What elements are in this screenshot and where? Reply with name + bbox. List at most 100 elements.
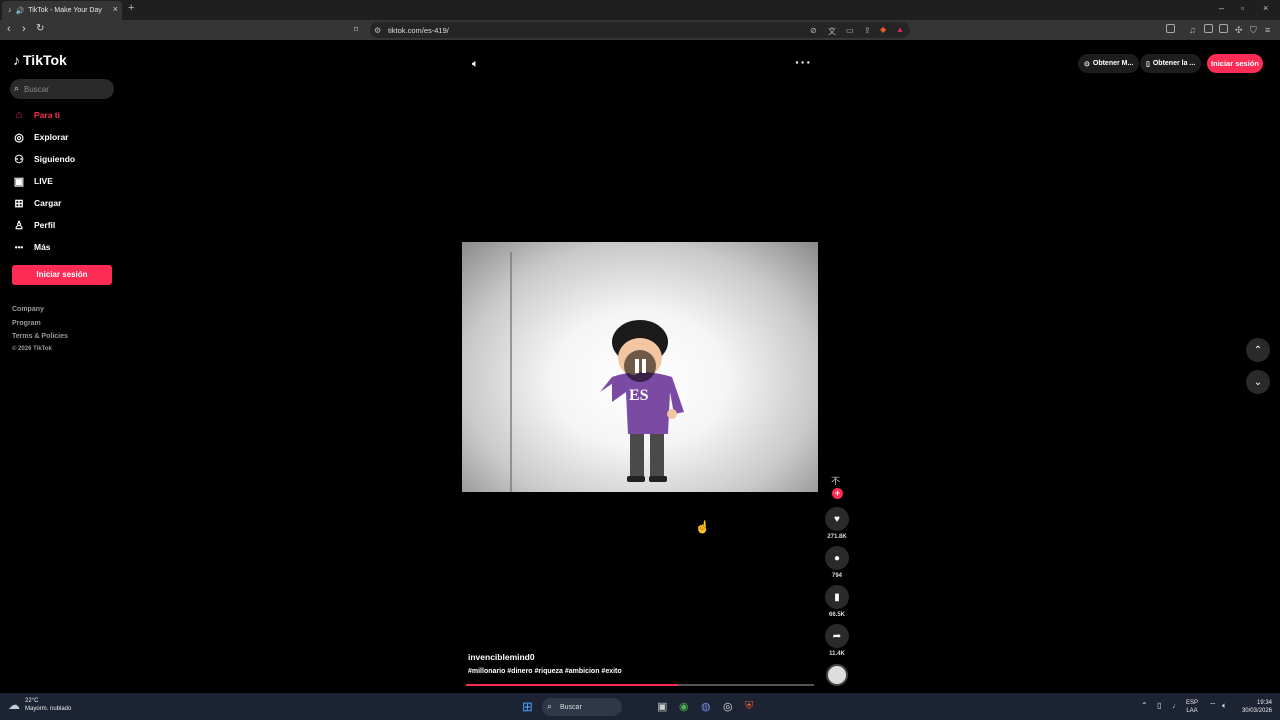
keyboard-layout: LAA	[1186, 708, 1198, 714]
tab-close-icon[interactable]: ×	[113, 4, 118, 14]
brave-shield-icon[interactable]: ◆	[880, 25, 886, 34]
bookmark-save-icon: ▮	[834, 591, 840, 603]
search-placeholder: Buscar	[24, 84, 49, 94]
sidebar-item-label: LIVE	[34, 176, 53, 186]
video-overlay-text: ES	[629, 387, 649, 404]
sidebar-item-label: Explorar	[34, 132, 69, 142]
sidebar-item-label: Siguiendo	[34, 154, 76, 164]
sidebar-toggle-icon[interactable]	[1166, 24, 1175, 33]
browser-toolbar: ‹ › ↻ ⌑ ⚙ tiktok.com/es-419/ ⊘ 文 ▭ ⇪ ◆ ▲…	[0, 20, 1280, 40]
video-hashtags[interactable]: #millonario #dinero #riqueza #ambicion #…	[468, 668, 622, 675]
minimize-icon[interactable]: –	[1219, 3, 1224, 13]
system-clock[interactable]: 19:34 30/03/2026	[1238, 699, 1272, 715]
compass-icon: ◎	[14, 131, 24, 144]
wifi-icon[interactable]: ⌔	[1209, 701, 1217, 711]
more-options-icon[interactable]: ···	[795, 54, 812, 70]
menu-icon[interactable]: ≡	[1265, 25, 1270, 35]
video-author[interactable]: invenciblemind0	[468, 652, 535, 662]
like-button[interactable]: ♥	[825, 507, 849, 531]
live-icon: ▣	[13, 175, 25, 188]
share-icon[interactable]: ⇪	[864, 26, 871, 35]
discord-icon[interactable]: ◍	[701, 700, 711, 713]
chevron-down-icon: ⌄	[1253, 376, 1263, 388]
sound-icon[interactable]: 🔈︎	[472, 58, 479, 71]
sidebar-item-explorar[interactable]: ◎ Explorar	[13, 129, 69, 145]
music-icon[interactable]: ♫	[1189, 25, 1196, 35]
footer-program-link[interactable]: Program	[12, 320, 41, 327]
video-player[interactable]: ES	[462, 242, 818, 492]
sidebar-item-siguiendo[interactable]: ⚇ Siguiendo	[13, 151, 75, 167]
sidebar-item-para-ti[interactable]: ⌂ Para ti	[13, 107, 60, 123]
sidebar-login-button[interactable]: Iniciar sesión	[12, 265, 112, 285]
music-disc-icon[interactable]	[826, 664, 848, 686]
creator-avatar-icon[interactable]: 不	[831, 474, 840, 487]
top-login-button[interactable]: Iniciar sesión	[1207, 54, 1263, 73]
microphone-icon[interactable]: ♩	[1172, 701, 1180, 710]
sidebar-item-label: Para ti	[34, 110, 60, 120]
brave-icon[interactable]: ⛨	[745, 700, 753, 713]
window-close-icon[interactable]: ×	[1263, 3, 1268, 13]
tiktok-logo[interactable]: ♪ TikTok	[13, 52, 67, 68]
video-progress-bar[interactable]	[466, 684, 814, 686]
tray-overflow-icon[interactable]: ⌃	[1141, 701, 1148, 710]
search-icon: ⌕	[14, 83, 20, 93]
chrome-icon[interactable]: ◉	[679, 700, 689, 713]
sidebar-item-label: Más	[34, 242, 51, 252]
translate-icon[interactable]: 文	[828, 26, 836, 37]
comment-button[interactable]: ●	[825, 546, 849, 570]
reload-icon[interactable]: ↻	[36, 23, 44, 34]
sidebar-item-live[interactable]: ▣ LIVE	[13, 173, 53, 189]
task-view-icon[interactable]: ▣	[657, 700, 667, 713]
profile-icon: ♙	[14, 219, 24, 232]
get-app-label: Obtener M...	[1092, 60, 1134, 67]
language-indicator[interactable]: ESP LAA	[1186, 699, 1198, 715]
heart-icon: ♥	[834, 513, 840, 525]
browser-tab[interactable]: ♪ 🔊 TikTok - Make Your Day ×	[2, 1, 122, 20]
forward-icon[interactable]: ›	[22, 23, 26, 35]
footer-terms-link[interactable]: Terms & Policies	[12, 333, 68, 340]
wallet-icon[interactable]	[1219, 24, 1228, 33]
get-mobile-button[interactable]: ▯ Obtener la ...	[1140, 54, 1202, 73]
restore-icon[interactable]: ▫	[1241, 3, 1244, 13]
share-arrow-icon: ➦	[832, 630, 842, 642]
sidebar-item-cargar[interactable]: ⊞ Cargar	[13, 195, 61, 211]
copyright: © 2026 TikTok	[12, 346, 52, 352]
sidebar-item-mas[interactable]: ••• Más	[13, 239, 51, 255]
next-video-button[interactable]: ⌄	[1246, 370, 1270, 394]
footer-company-link[interactable]: Company	[12, 306, 44, 313]
app-icon[interactable]: ◎	[723, 700, 733, 713]
get-app-button[interactable]: ⊙ Obtener M...	[1078, 54, 1140, 73]
new-tab-button[interactable]: +	[128, 2, 134, 14]
save-button[interactable]: ▮	[825, 585, 849, 609]
follow-plus-icon[interactable]: +	[832, 488, 843, 499]
comment-count: 794	[831, 573, 842, 579]
brave-rewards-icon[interactable]: ▲	[896, 25, 904, 34]
upload-icon: ⊞	[14, 197, 24, 210]
audio-icon[interactable]: 🔊	[16, 7, 25, 15]
battery-icon[interactable]: ▯	[1157, 701, 1161, 710]
chevron-up-icon: ⌃	[1253, 344, 1263, 356]
pause-icon[interactable]	[624, 350, 656, 382]
back-icon[interactable]: ‹	[7, 23, 11, 35]
no-track-icon[interactable]: ⊘	[810, 26, 817, 35]
tiktok-note-icon: ♪	[13, 52, 20, 68]
windows-start-icon[interactable]: ⊞	[522, 699, 533, 715]
address-bar[interactable]: ⚙ tiktok.com/es-419/ ⊘ 文 ▭ ⇪ ◆ ▲	[370, 22, 910, 38]
volume-icon[interactable]: 🔈︎	[1222, 701, 1227, 711]
panel-icon[interactable]	[1204, 24, 1213, 33]
hand-cursor-icon: ☝	[695, 520, 710, 534]
tab-title: TikTok - Make Your Day	[28, 7, 102, 14]
sidebar-item-perfil[interactable]: ♙ Perfil	[13, 217, 55, 233]
save-count: 66.5K	[828, 612, 845, 618]
search-input[interactable]: ⌕ Buscar	[10, 79, 114, 99]
extensions-icon[interactable]: ✣	[1235, 25, 1243, 36]
share-button[interactable]: ➦	[825, 624, 849, 648]
bookmark-icon[interactable]: ⌑	[354, 25, 358, 34]
share-count: 11.4K	[829, 651, 845, 657]
weather-widget[interactable]: ☁ 22°C Mayorm. nublado	[8, 697, 71, 713]
vpn-icon[interactable]: ⛉	[1250, 25, 1257, 36]
taskbar-search[interactable]: ⌕ Buscar	[542, 698, 622, 716]
cast-icon[interactable]: ▭	[846, 26, 854, 35]
site-info-icon[interactable]: ⚙	[374, 26, 381, 35]
previous-video-button[interactable]: ⌃	[1246, 338, 1270, 362]
